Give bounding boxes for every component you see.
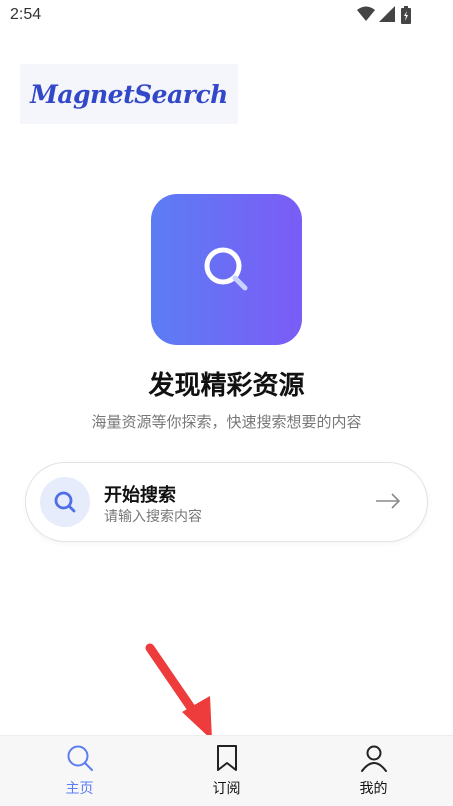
wifi-icon [357, 6, 375, 21]
search-card-hint: 请输入搜索内容 [104, 509, 202, 525]
person-icon [361, 745, 387, 772]
annotation-arrow-icon [145, 643, 212, 740]
app-logo-text: MagnetSearch [30, 79, 228, 109]
search-icon [67, 745, 93, 771]
start-search-button[interactable]: 开始搜索 请输入搜索内容 [25, 462, 428, 542]
search-icon [204, 247, 248, 291]
cell-signal-icon [379, 6, 395, 22]
arrow-right-icon [376, 493, 401, 509]
nav-item-home[interactable]: 主页 [4, 736, 155, 806]
nav-label-profile: 我的 [359, 781, 388, 797]
nav-item-profile[interactable]: 我的 [298, 736, 449, 806]
bottom-nav: 主页 订阅 我的 [0, 735, 453, 806]
status-time: 2:54 [10, 6, 42, 23]
nav-label-home: 主页 [65, 781, 94, 797]
status-bar: 2:54 [0, 0, 453, 32]
battery-icon [401, 6, 411, 24]
search-icon [54, 491, 76, 513]
nav-item-subscribe[interactable]: 订阅 [151, 736, 302, 806]
app-logo: MagnetSearch [20, 64, 238, 124]
bookmark-icon [217, 745, 237, 771]
search-card-icon-bg [40, 477, 90, 527]
hero-subtitle: 海量资源等你探索，快速搜索想要的内容 [91, 413, 362, 431]
nav-label-subscribe: 订阅 [212, 781, 241, 797]
search-card-title: 开始搜索 [104, 485, 176, 506]
hero-title: 发现精彩资源 [148, 371, 305, 401]
hero-icon [151, 194, 302, 345]
